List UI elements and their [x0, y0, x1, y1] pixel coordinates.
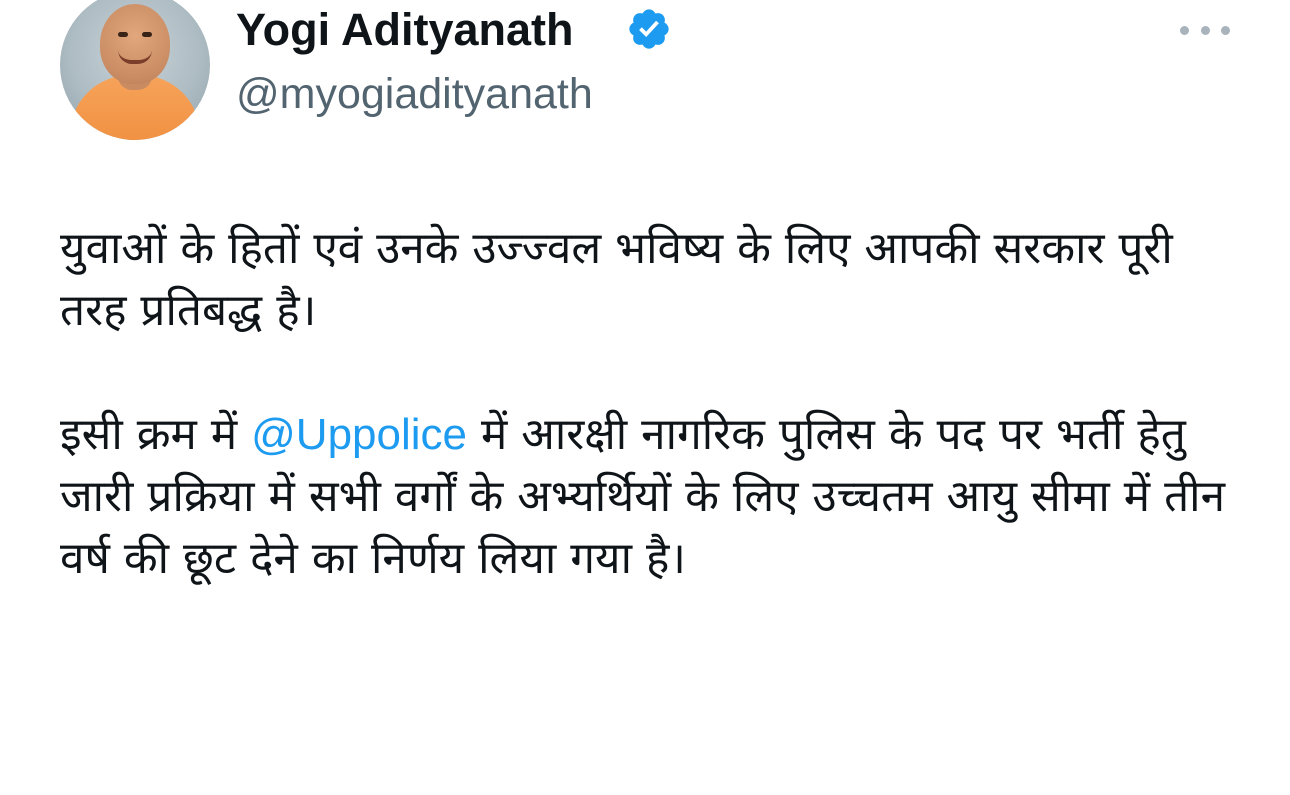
avatar-face: [100, 4, 170, 84]
more-dot: [1180, 25, 1189, 35]
author-handle[interactable]: @myogiadityanath: [236, 68, 593, 120]
tweet-paragraph-1: युवाओं के हितों एवं उनके उज्ज्वल भविष्य …: [60, 223, 1173, 336]
author-display-name[interactable]: Yogi Adityanath: [236, 4, 574, 56]
verified-badge-icon: [629, 9, 669, 49]
more-dot: [1221, 25, 1230, 35]
more-options-icon[interactable]: [1180, 18, 1230, 42]
tweet: Yogi Adityanath @myogiadityanath युवाओं …: [0, 0, 1290, 795]
avatar[interactable]: [60, 0, 210, 140]
tweet-paragraph-2: इसी क्रम में @Uppolice में आरक्षी नागरिक…: [60, 404, 1240, 590]
more-dot: [1200, 25, 1210, 35]
tweet-paragraph-2-lead: इसी क्रम में: [60, 409, 252, 460]
mention-link[interactable]: @Uppolice: [251, 410, 467, 459]
avatar-eye-right: [142, 32, 152, 37]
avatar-eye-left: [118, 32, 128, 37]
tweet-text: युवाओं के हितों एवं उनके उज्ज्वल भविष्य …: [60, 218, 1240, 590]
